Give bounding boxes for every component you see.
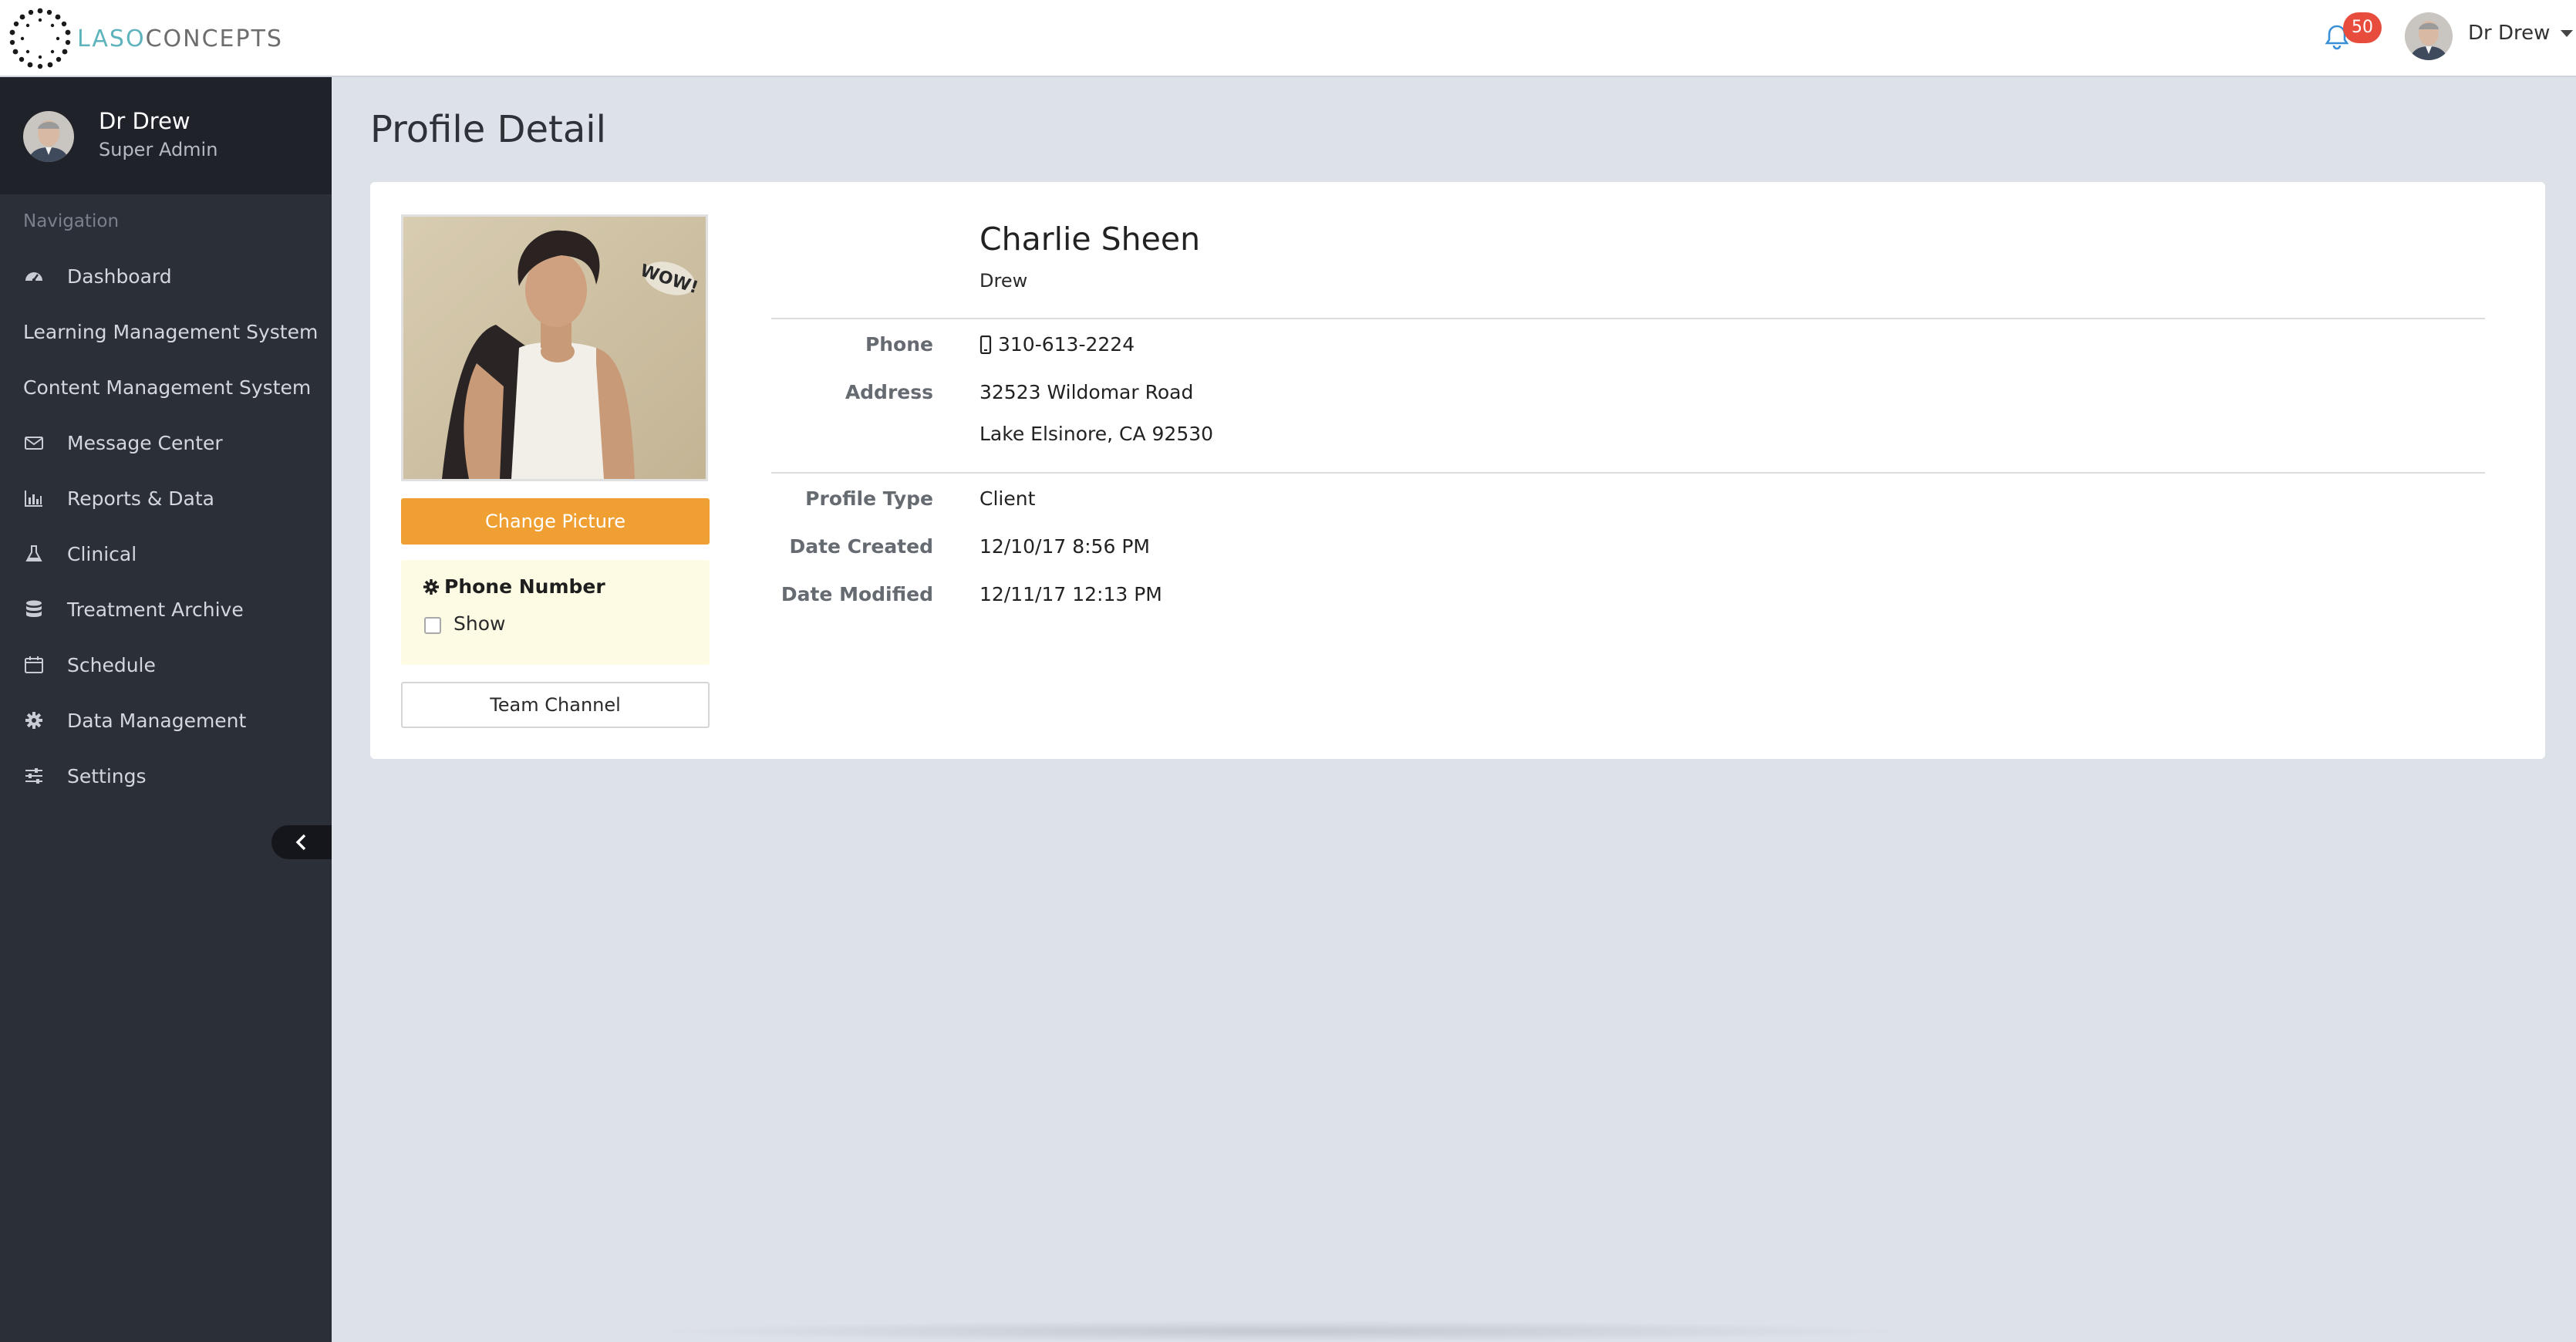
database-icon — [23, 599, 45, 620]
sidebar-item-label: Learning Management System — [23, 320, 319, 343]
sidebar-item-settings[interactable]: Settings — [0, 748, 332, 804]
profile-name: Charlie Sheen — [979, 221, 1201, 258]
sidebar-item-label: Message Center — [67, 431, 223, 454]
gear-icon — [23, 710, 45, 731]
date-created-value: 12/10/17 8:56 PM — [979, 535, 1150, 558]
sidebar: Dr Drew Super Admin Navigation Dashboard… — [0, 77, 332, 1342]
mobile-phone-icon — [979, 335, 992, 354]
logo[interactable]: LASOCONCEPTS — [8, 6, 283, 71]
phone-value[interactable]: 310-613-2224 — [979, 333, 1135, 356]
sidebar-user-panel: Dr Drew Super Admin — [0, 77, 332, 194]
sidebar-item-label: Treatment Archive — [67, 598, 244, 621]
sliders-icon — [23, 765, 45, 787]
logo-text: LASOCONCEPTS — [77, 25, 283, 52]
avatar[interactable] — [2405, 12, 2453, 60]
sidebar-avatar — [23, 111, 74, 162]
team-channel-button[interactable]: Team Channel — [401, 682, 710, 728]
address-line2: Lake Elsinore, CA 92530 — [979, 423, 1214, 445]
user-menu[interactable]: Dr Drew — [2468, 22, 2574, 45]
nav-section-title: Navigation — [23, 211, 120, 231]
sidebar-item-clinical[interactable]: Clinical — [0, 526, 332, 582]
date-modified-value: 12/11/17 12:13 PM — [979, 583, 1162, 605]
sidebar-item-label: Schedule — [67, 653, 156, 676]
sidebar-item-label: Data Management — [67, 709, 247, 732]
user-menu-name: Dr Drew — [2468, 22, 2551, 45]
phone-show-checkbox[interactable] — [424, 617, 441, 634]
date-modified-label: Date Modified — [781, 583, 933, 605]
dashboard-icon — [23, 265, 45, 287]
profile-card: WOW! Change Picture Phone Number Show Te… — [370, 182, 2545, 759]
calendar-icon — [23, 654, 45, 676]
page-title: Profile Detail — [370, 108, 606, 151]
phone-number-text: 310-613-2224 — [998, 333, 1135, 356]
notification-badge[interactable]: 50 — [2343, 12, 2382, 43]
profile-nickname: Drew — [979, 270, 1028, 292]
sidebar-item-label: Clinical — [67, 542, 137, 565]
address-label: Address — [845, 381, 933, 403]
sidebar-nav: Dashboard Learning Management System Con… — [0, 248, 332, 804]
logo-mark-icon — [9, 8, 71, 69]
sidebar-item-label: Settings — [67, 764, 147, 787]
logo-text-concepts: CONCEPTS — [145, 25, 283, 52]
chevron-down-icon — [2561, 29, 2574, 37]
sidebar-collapse-button[interactable] — [271, 825, 332, 859]
logo-text-laso: LASO — [77, 25, 146, 52]
profile-type-label: Profile Type — [805, 487, 933, 510]
phone-label: Phone — [865, 333, 933, 356]
top-bar: LASOCONCEPTS 50 Dr Drew — [0, 0, 2576, 77]
envelope-icon — [23, 432, 45, 454]
sidebar-item-reports-data[interactable]: Reports & Data — [0, 470, 332, 526]
phone-number-panel: Phone Number Show — [401, 560, 710, 665]
sidebar-item-dashboard[interactable]: Dashboard — [0, 248, 332, 304]
flask-icon — [23, 543, 45, 565]
sidebar-item-label: Dashboard — [67, 265, 172, 288]
phone-show-label[interactable]: Show — [453, 612, 505, 635]
sidebar-user-name: Dr Drew — [99, 108, 191, 134]
sidebar-item-schedule[interactable]: Schedule — [0, 637, 332, 693]
chevron-left-icon — [295, 834, 306, 851]
bar-chart-icon — [23, 487, 45, 509]
sidebar-item-learning-management-system[interactable]: Learning Management System — [0, 304, 332, 359]
date-created-label: Date Created — [789, 535, 933, 558]
sidebar-item-data-management[interactable]: Data Management — [0, 693, 332, 748]
sidebar-item-label: Reports & Data — [67, 487, 214, 510]
sidebar-user-role: Super Admin — [99, 139, 218, 160]
address-line1: 32523 Wildomar Road — [979, 381, 1194, 403]
sidebar-item-content-management-system[interactable]: Content Management System — [0, 359, 332, 415]
sidebar-item-message-center[interactable]: Message Center — [0, 415, 332, 470]
divider — [771, 318, 2485, 319]
sidebar-item-treatment-archive[interactable]: Treatment Archive — [0, 582, 332, 637]
profile-type-value: Client — [979, 487, 1036, 510]
page-bottom-shadow — [648, 1320, 1913, 1342]
sidebar-item-label: Content Management System — [23, 376, 312, 399]
divider — [771, 472, 2485, 474]
